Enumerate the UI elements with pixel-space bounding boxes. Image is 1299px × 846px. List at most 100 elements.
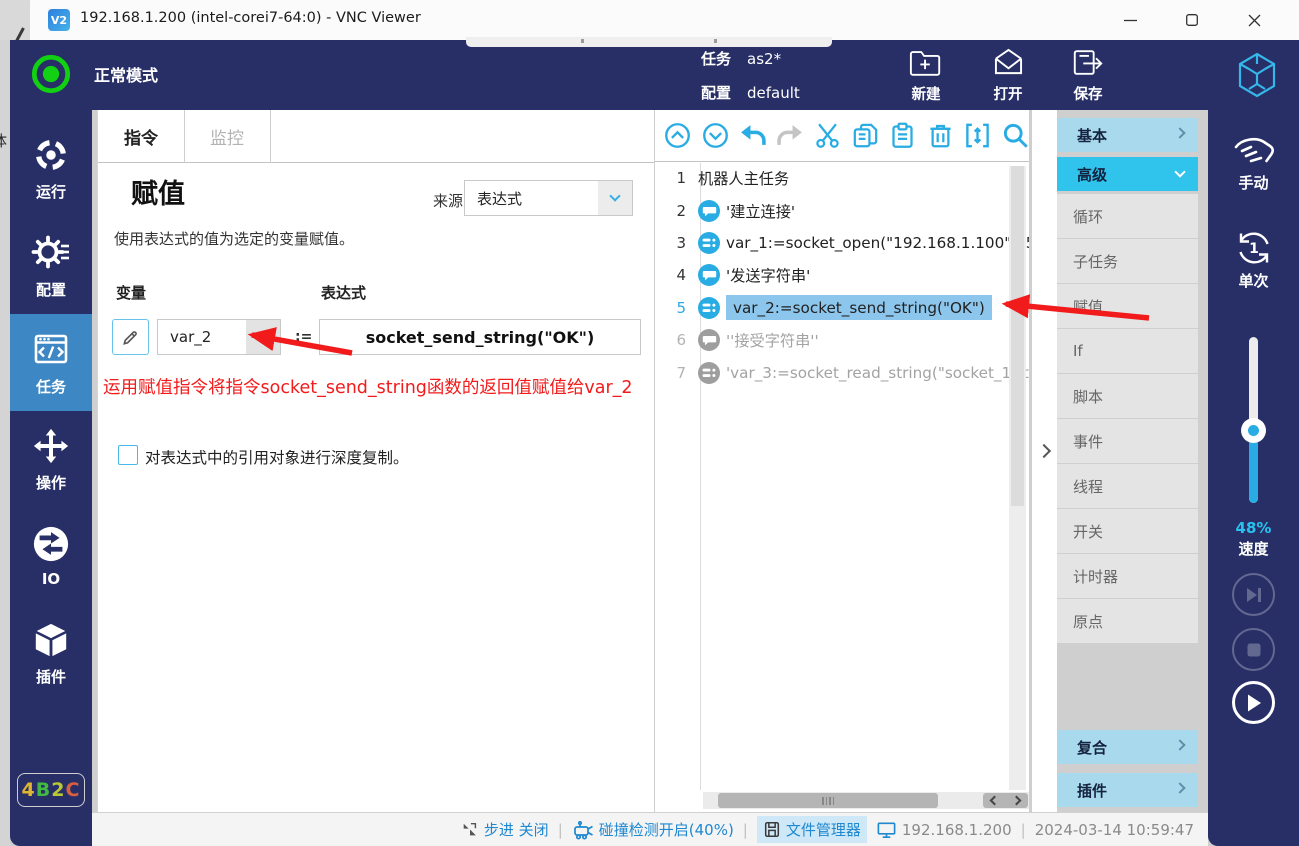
sidebar-item-io[interactable]: IO [10,508,92,605]
group-label: 复合 [1077,738,1108,757]
program-line[interactable]: 1 机器人主任务 [655,162,1029,194]
play-button[interactable] [1232,681,1275,724]
badge-char: B [35,779,52,801]
group-compound[interactable]: 复合 [1057,730,1198,764]
line-text: var_1:=socket_open("192.168.1.100",8501,… [726,233,1029,252]
network-status[interactable]: 192.168.1.200 [876,820,1012,840]
config-label: 配置 [701,84,732,102]
close-button[interactable] [1231,0,1277,40]
variable-select[interactable]: var_2 [157,319,281,355]
scroll-left-icon[interactable] [989,795,1000,806]
program-line[interactable]: 7 'var_3:=socket_read_string("socket_1",… [655,356,1029,388]
new-task-button[interactable]: 新建 [890,48,962,104]
delete-icon[interactable] [927,122,954,149]
stop-button[interactable] [1232,628,1275,671]
os-titlebar: V2 192.168.1.200 (intel-corei7-64:0) - V… [0,0,1299,40]
fold-icon[interactable] [964,122,991,149]
instr-item-thread[interactable]: 线程 [1057,464,1198,508]
program-line[interactable]: 6 ''接受字符串'' [655,324,1029,356]
program-tree-panel: 1 机器人主任务 2 '建立连接' 3 var_1:=socket_open("… [655,110,1030,812]
horizontal-scrollbar[interactable] [703,792,1029,809]
speed-slider-handle[interactable] [1241,418,1266,443]
instr-item-loop[interactable]: 循环 [1057,194,1198,238]
io-icon [33,526,69,562]
save-button[interactable]: 保存 [1052,48,1124,104]
sidebar-item-task[interactable]: 任务 [10,314,92,411]
instr-item-label: 脚本 [1073,387,1104,406]
step-status[interactable]: 步进 关闭 [461,819,549,840]
single-run-button[interactable]: 1 [1234,228,1274,272]
instr-item-assign[interactable]: 赋值 [1057,284,1198,328]
sidebar-item-run[interactable]: 运行 [10,120,92,217]
manual-mode-button[interactable] [1232,135,1276,173]
source-select[interactable]: 表达式 [464,180,633,216]
vnc-toolbar-tab[interactable] [466,37,832,47]
maximize-icon [1186,14,1198,26]
sidebar-item-config[interactable]: 配置 [10,217,92,314]
tab-instruction[interactable]: 指令 [98,110,184,163]
tab-monitor[interactable]: 监控 [184,110,270,163]
scrollbar-thumb[interactable] [718,793,938,808]
move-up-icon[interactable] [664,122,691,149]
vertical-scrollbar[interactable] [1009,166,1026,790]
program-line-selected[interactable]: 5 var_2:=socket_send_string("OK") [655,292,1029,324]
instr-item-event[interactable]: 事件 [1057,419,1198,463]
badge-char: 4 [21,779,36,801]
task-code-icon [34,334,68,363]
line-number: 5 [676,298,686,317]
line-number: 4 [676,266,686,285]
cut-icon[interactable] [814,122,841,149]
robot-id-badge[interactable]: 4 B 2 C [17,773,85,807]
group-advanced[interactable]: 高级 [1057,157,1198,191]
paste-icon[interactable] [889,122,916,149]
badge-char: C [65,779,81,801]
source-select-value: 表达式 [477,189,523,208]
chevron-down-icon [598,181,632,215]
expand-chevron-icon[interactable] [1036,443,1052,459]
search-icon[interactable] [1002,122,1029,149]
collision-status[interactable]: 碰撞检测开启(40%) [572,819,734,840]
open-icon [994,48,1022,75]
copy-icon[interactable] [852,122,879,149]
group-label: 插件 [1077,781,1108,800]
sidebar-item-plugin[interactable]: 插件 [10,605,92,702]
program-line[interactable]: 2 '建立连接' [655,194,1029,226]
deep-copy-checkbox[interactable] [118,445,138,465]
open-label: 打开 [993,87,1023,103]
undo-icon[interactable] [739,122,766,149]
instr-item-script[interactable]: 脚本 [1057,374,1198,418]
instr-item-subtask[interactable]: 子任务 [1057,239,1198,283]
file-manager-label: 文件管理器 [785,821,861,839]
sidebar-item-label: 配置 [35,280,66,299]
stop-icon [1247,643,1260,656]
group-basic[interactable]: 基本 [1057,118,1198,152]
expression-field[interactable]: socket_send_string("OK") [319,319,641,355]
redo-icon[interactable] [776,122,804,149]
scroll-right-icon[interactable] [1011,795,1022,806]
instr-item-timer[interactable]: 计时器 [1057,554,1198,598]
step-forward-icon [1246,587,1261,602]
maximize-button[interactable] [1169,0,1215,40]
line-number: 6 [676,331,686,350]
assign-icon [698,232,720,254]
collision-icon [573,820,593,840]
step-forward-button[interactable] [1232,573,1275,616]
robot-mode-indicator: 正常模式 [30,53,158,95]
file-manager-button[interactable]: 文件管理器 [756,816,867,843]
chevron-down-icon [1174,166,1186,178]
program-line[interactable]: 3 var_1:=socket_open("192.168.1.100",850… [655,227,1029,259]
program-line[interactable]: 4 '发送字符串' [655,259,1029,291]
run-icon [36,139,66,170]
sidebar-item-operate[interactable]: 操作 [10,411,92,508]
scroll-step-buttons[interactable] [983,793,1028,808]
open-button[interactable]: 打开 [972,48,1044,104]
move-down-icon[interactable] [702,122,729,149]
sidebar-item-label: 插件 [35,667,66,686]
group-plugin[interactable]: 插件 [1057,773,1198,807]
minimize-button[interactable] [1107,0,1153,40]
instr-item-if[interactable]: If [1057,329,1198,373]
instr-item-origin[interactable]: 原点 [1057,599,1198,643]
instr-item-label: 循环 [1073,207,1104,226]
edit-variable-button[interactable] [112,319,149,355]
instr-item-switch[interactable]: 开关 [1057,509,1198,553]
